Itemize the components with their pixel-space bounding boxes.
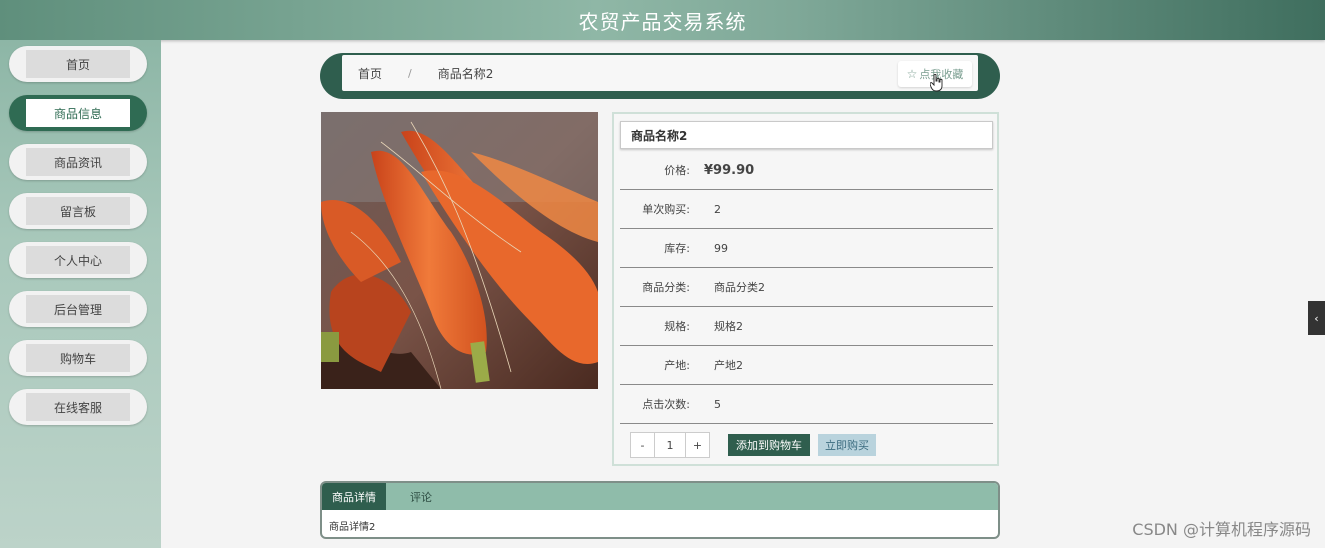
row-value: 商品分类2	[714, 281, 765, 294]
info-row-single-purchase: 单次购买: 2	[620, 190, 993, 229]
row-value: 2	[714, 202, 721, 216]
chevron-left-icon[interactable]: ‹	[1308, 301, 1325, 335]
product-name: 商品名称2	[620, 121, 993, 149]
sidebar-item-label: 商品资讯	[26, 148, 130, 176]
quantity-increment-button[interactable]: +	[686, 433, 709, 457]
sidebar-item-label: 后台管理	[26, 295, 130, 323]
sidebar-item-label: 购物车	[26, 344, 130, 372]
sidebar: 首页 商品信息 商品资讯 留言板 个人中心 后台管理 购物车 在线客服	[0, 40, 161, 548]
row-value: 99	[714, 241, 728, 255]
breadcrumb-separator: /	[408, 66, 412, 80]
product-detail-panel: 商品名称2 价格: ¥99.90 单次购买: 2 库存: 99 商品分类: 商品…	[612, 112, 999, 466]
sidebar-item-home[interactable]: 首页	[9, 46, 147, 82]
breadcrumb: 首页 / 商品名称2 ☆ 点我收藏	[342, 55, 978, 91]
info-row-stock: 库存: 99	[620, 229, 993, 268]
purchase-actions: - 1 + 添加到购物车 立即购买	[630, 432, 876, 458]
tab-product-details[interactable]: 商品详情	[322, 483, 386, 510]
sidebar-item-profile[interactable]: 个人中心	[9, 242, 147, 278]
quantity-decrement-button[interactable]: -	[631, 433, 654, 457]
info-row-category: 商品分类: 商品分类2	[620, 268, 993, 307]
sidebar-item-news[interactable]: 商品资讯	[9, 144, 147, 180]
app-title: 农贸产品交易系统	[578, 9, 747, 34]
row-label: 单次购买:	[642, 203, 690, 216]
quantity-input[interactable]: 1	[654, 433, 686, 457]
sidebar-item-label: 商品信息	[26, 99, 130, 127]
product-image	[321, 112, 598, 389]
row-label: 商品分类:	[642, 281, 690, 294]
carrot-photo	[321, 112, 598, 389]
tab-content: 商品详情2	[329, 522, 376, 533]
row-label: 库存:	[664, 242, 690, 255]
tab-comments[interactable]: 评论	[386, 483, 456, 510]
info-row-price: 价格: ¥99.90	[620, 151, 993, 190]
app-header: 农贸产品交易系统	[0, 0, 1325, 40]
star-icon: ☆	[906, 67, 918, 81]
row-label: 点击次数:	[642, 398, 690, 411]
sidebar-item-admin[interactable]: 后台管理	[9, 291, 147, 327]
sidebar-item-cart[interactable]: 购物车	[9, 340, 147, 376]
sidebar-item-support[interactable]: 在线客服	[9, 389, 147, 425]
row-value: 5	[714, 397, 721, 411]
info-row-clicks: 点击次数: 5	[620, 385, 993, 424]
breadcrumb-current: 商品名称2	[437, 66, 494, 81]
sidebar-item-label: 个人中心	[26, 246, 130, 274]
tabs-bar: 商品详情 评论	[322, 483, 998, 510]
breadcrumb-home-link[interactable]: 首页	[358, 65, 382, 82]
breadcrumb-bar: 首页 / 商品名称2 ☆ 点我收藏	[320, 53, 1000, 99]
row-value: 产地2	[714, 359, 743, 372]
hand-cursor-icon	[930, 74, 943, 92]
add-to-cart-button[interactable]: 添加到购物车	[728, 434, 810, 456]
row-value: 规格2	[714, 320, 743, 333]
sidebar-item-label: 在线客服	[26, 393, 130, 421]
sidebar-item-label: 首页	[26, 50, 130, 78]
watermark: CSDN @计算机程序源码	[1132, 520, 1311, 539]
sidebar-item-products[interactable]: 商品信息	[9, 95, 147, 131]
price-value: ¥99.90	[704, 162, 755, 178]
quantity-stepper: - 1 +	[630, 432, 710, 458]
product-tabs: 商品详情 评论 商品详情2	[320, 481, 1000, 539]
sidebar-item-label: 留言板	[26, 197, 130, 225]
row-label: 规格:	[664, 320, 690, 333]
row-label: 产地:	[664, 359, 690, 372]
info-row-spec: 规格: 规格2	[620, 307, 993, 346]
row-label: 价格:	[664, 164, 690, 177]
buy-now-button[interactable]: 立即购买	[818, 434, 876, 456]
info-row-origin: 产地: 产地2	[620, 346, 993, 385]
sidebar-item-message-board[interactable]: 留言板	[9, 193, 147, 229]
